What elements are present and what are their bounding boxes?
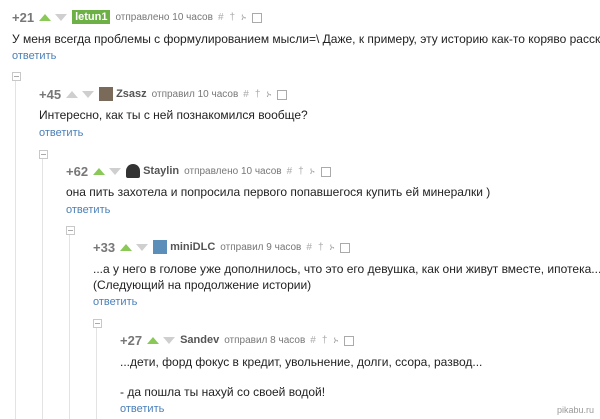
comment-author[interactable]: Sandev	[180, 334, 219, 346]
save-icon[interactable]	[320, 167, 331, 177]
permalink-icon[interactable]: #	[243, 89, 249, 100]
comment-rating: +45	[39, 86, 62, 102]
comment-time: отправлено 10 часов	[184, 165, 282, 177]
thread-link-icon[interactable]: ኑ	[241, 12, 246, 23]
reply-link[interactable]: ответить	[120, 403, 164, 415]
parent-link-icon[interactable]: †	[298, 166, 304, 177]
comment-header: +21 letun1 отправлено 10 часов # † ኑ	[12, 8, 262, 26]
comment-text: ...дети, форд фокус в кредит, увольнение…	[120, 355, 483, 369]
vote-up-icon[interactable]	[147, 336, 160, 344]
vote-up-icon[interactable]	[120, 243, 133, 251]
comment-header: +33 miniDLC отправил 9 часов # † ኑ	[93, 238, 351, 256]
thread-link-icon[interactable]: ኑ	[266, 89, 271, 100]
parent-link-icon[interactable]: †	[230, 12, 236, 23]
reply-link[interactable]: ответить	[39, 127, 83, 139]
comment-header: +62 Staylin отправлено 10 часов # † ኑ	[66, 162, 331, 180]
collapse-icon[interactable]	[66, 226, 75, 235]
comment-time: отправил 9 часов	[220, 241, 302, 253]
comment-text: она пить захотела и попросила первого по…	[66, 185, 491, 199]
permalink-icon[interactable]: #	[306, 242, 312, 253]
thread-link-icon[interactable]: ኑ	[333, 335, 338, 346]
permalink-icon[interactable]: #	[218, 12, 224, 23]
comment-header: +27 Sandev отправил 8 часов # † ኑ	[120, 331, 355, 349]
comment-rating: +27	[120, 332, 143, 348]
save-icon[interactable]	[344, 336, 355, 346]
comment-header: +45 Zsasz отправил 10 часов # † ኑ	[39, 85, 288, 103]
save-icon[interactable]	[251, 13, 262, 23]
vote-down-icon[interactable]	[163, 336, 176, 344]
comment-text: У меня всегда проблемы с формулированием…	[12, 32, 600, 46]
thread-link-icon[interactable]: ኑ	[310, 166, 315, 177]
vote-up-icon[interactable]	[39, 13, 52, 21]
comment-rating: +33	[93, 239, 116, 255]
reply-link[interactable]: ответить	[66, 204, 110, 216]
thread-line	[42, 158, 43, 419]
parent-link-icon[interactable]: †	[255, 89, 261, 100]
vote-down-icon[interactable]	[136, 243, 149, 251]
vote-down-icon[interactable]	[55, 13, 68, 21]
save-icon[interactable]	[277, 90, 288, 100]
collapse-icon[interactable]	[39, 150, 48, 159]
permalink-icon[interactable]: #	[287, 166, 293, 177]
comment-text: Интересно, как ты с ней познакомился воо…	[39, 108, 308, 122]
thread-link-icon[interactable]: ኑ	[330, 242, 335, 253]
avatar[interactable]	[99, 87, 114, 101]
collapse-icon[interactable]	[12, 72, 21, 81]
comment-time: отправлено 10 часов	[115, 11, 213, 23]
thread-line	[15, 80, 16, 419]
vote-down-icon[interactable]	[82, 90, 95, 98]
comment-text: (Следующий на продолжение истории)	[93, 278, 312, 292]
parent-link-icon[interactable]: †	[322, 335, 328, 346]
thread-line	[69, 234, 70, 419]
vote-up-icon[interactable]	[66, 90, 79, 98]
parent-link-icon[interactable]: †	[318, 242, 324, 253]
watermark: pikabu.ru	[556, 405, 594, 415]
comment-time: отправил 10 часов	[151, 88, 239, 100]
permalink-icon[interactable]: #	[310, 335, 316, 346]
comment-text: ...а у него в голове уже дополнилось, чт…	[93, 262, 600, 276]
comment-rating: +21	[12, 9, 35, 25]
comment-author[interactable]: Staylin	[143, 165, 179, 177]
avatar[interactable]	[126, 164, 141, 178]
reply-link[interactable]: ответить	[93, 296, 137, 308]
thread-line	[96, 328, 97, 419]
comment-author[interactable]: miniDLC	[170, 241, 215, 253]
save-icon[interactable]	[340, 243, 351, 253]
reply-link[interactable]: ответить	[12, 50, 56, 62]
comment-author[interactable]: letun1	[72, 10, 111, 24]
vote-up-icon[interactable]	[93, 167, 106, 175]
vote-down-icon[interactable]	[109, 167, 122, 175]
comment-time: отправил 8 часов	[224, 334, 306, 346]
comment-rating: +62	[66, 163, 89, 179]
collapse-icon[interactable]	[93, 319, 102, 328]
avatar[interactable]	[153, 240, 168, 254]
comment-author[interactable]: Zsasz	[116, 88, 147, 100]
comment-text: - да пошла ты нахуй со своей водой!	[120, 385, 326, 399]
